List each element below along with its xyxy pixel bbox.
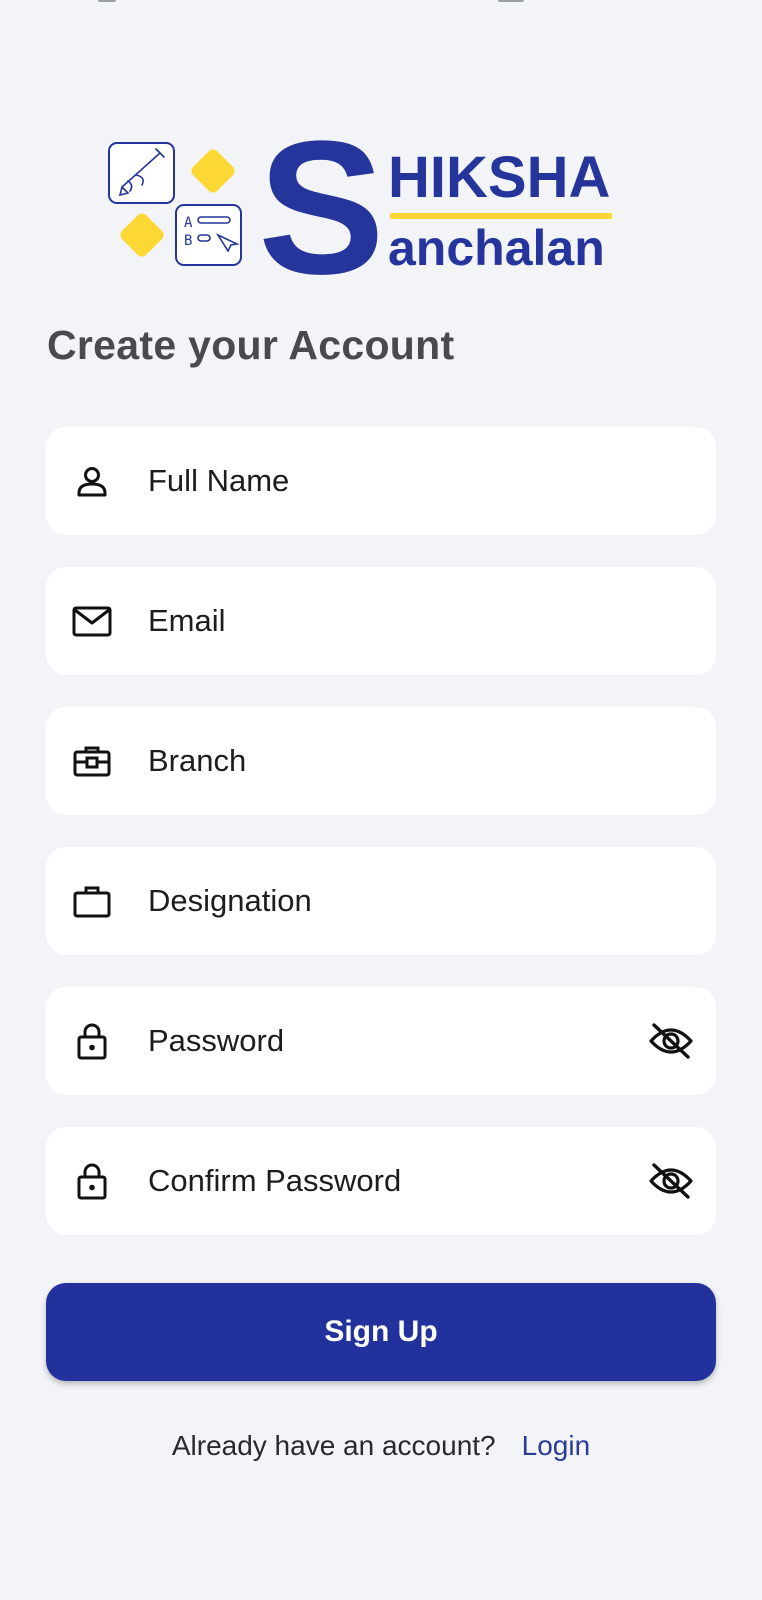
login-link[interactable]: Login	[522, 1430, 591, 1461]
designation-field[interactable]	[46, 847, 716, 955]
branch-input[interactable]	[148, 707, 608, 815]
status-icon	[498, 0, 524, 2]
password-field[interactable]	[46, 987, 716, 1095]
full-name-input[interactable]	[148, 427, 608, 535]
eye-off-icon[interactable]	[648, 1159, 694, 1203]
lock-icon	[77, 1163, 107, 1200]
toolbox-icon	[73, 746, 111, 777]
logo-big-letter: S	[258, 125, 385, 285]
eye-off-icon[interactable]	[648, 1019, 694, 1063]
pencil-tile-icon	[108, 142, 175, 204]
diamond-icon	[120, 213, 164, 257]
email-input[interactable]	[148, 567, 608, 675]
person-icon	[77, 467, 107, 497]
branch-field[interactable]	[46, 707, 716, 815]
svg-text:A: A	[184, 215, 193, 231]
password-input[interactable]	[148, 987, 608, 1095]
app-logo: A B S HIKSHA anchalan	[108, 125, 612, 285]
page-title: Create your Account	[47, 322, 455, 368]
logo-line2: anchalan	[388, 220, 605, 276]
mail-icon	[72, 606, 112, 637]
email-field[interactable]	[46, 567, 716, 675]
logo-line1: HIKSHA	[388, 145, 610, 210]
logo-underline	[390, 213, 612, 219]
sign-up-button[interactable]: Sign Up	[46, 1283, 716, 1381]
svg-text:B: B	[184, 233, 192, 249]
diamond-icon	[191, 149, 235, 193]
login-prompt: Already have an account? Login	[0, 1430, 762, 1462]
confirm-password-input[interactable]	[148, 1127, 608, 1235]
status-bar	[0, 0, 762, 8]
lock-icon	[77, 1023, 107, 1060]
designation-input[interactable]	[148, 847, 608, 955]
login-prompt-text: Already have an account?	[171, 1430, 496, 1461]
briefcase-icon	[73, 886, 111, 918]
full-name-field[interactable]	[46, 427, 716, 535]
status-icon	[98, 0, 116, 2]
confirm-password-field[interactable]	[46, 1127, 716, 1235]
